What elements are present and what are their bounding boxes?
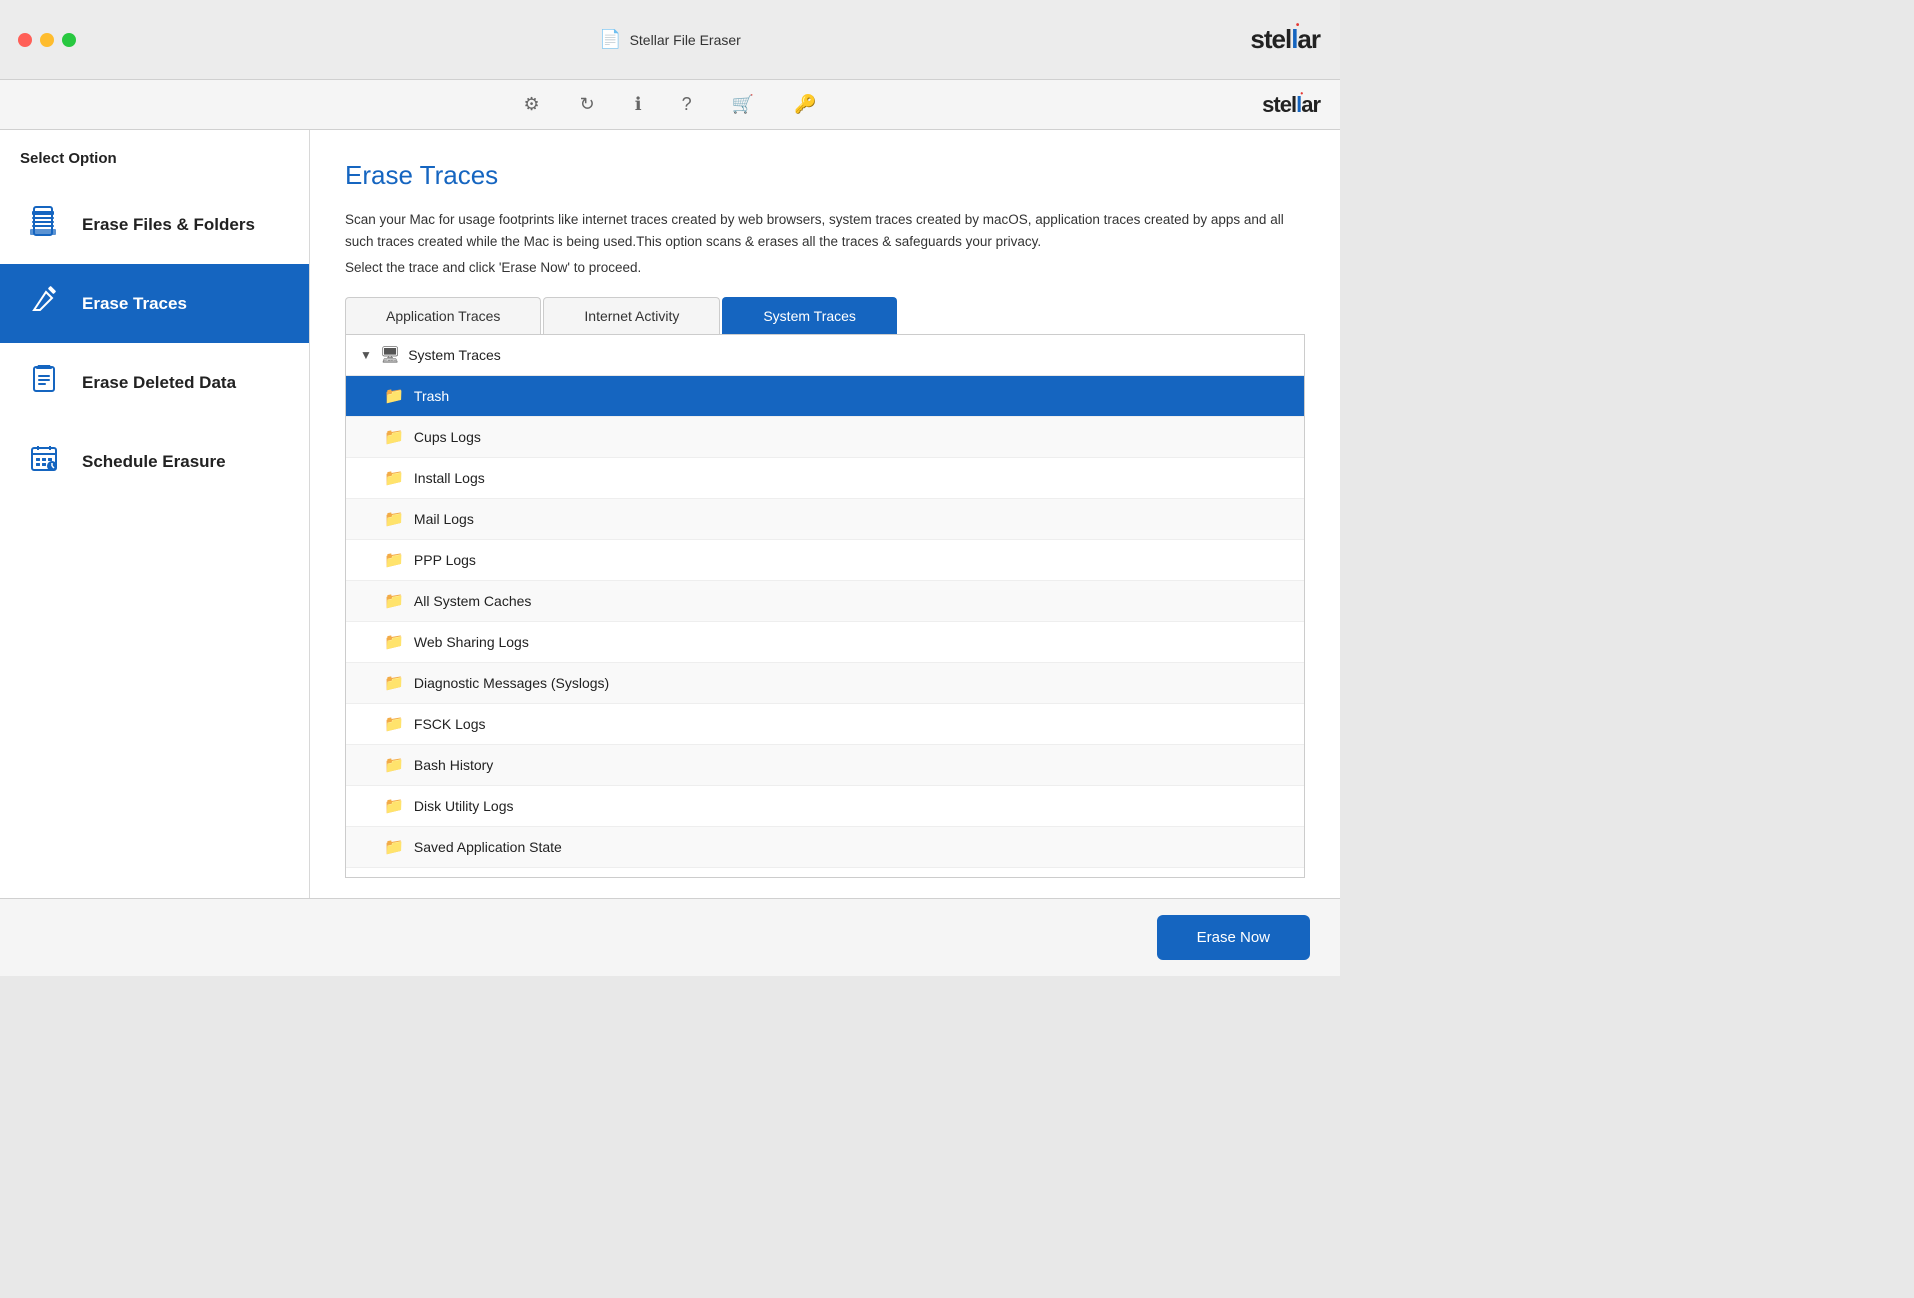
tab-application-traces[interactable]: Application Traces [345,297,541,334]
tree-item-label: Mail Logs [414,511,474,527]
tree-item-label: All System Caches [414,593,531,609]
titlebar: 📄 Stellar File Eraser stell•ar [0,0,1340,80]
tree-item-all-system-caches[interactable]: 📁 All System Caches [346,581,1304,622]
page-description: Scan your Mac for usage footprints like … [345,209,1305,252]
monitor-icon: 🖥 [380,345,400,365]
main-layout: Select Option Erase Files & Folders [0,130,1340,898]
settings-icon[interactable]: ⚙ [514,88,550,121]
window-controls [18,33,76,47]
tab-internet-activity[interactable]: Internet Activity [543,297,720,334]
tree-item-disk-utility-logs[interactable]: 📁 Disk Utility Logs [346,786,1304,827]
stellar-logo-toolbar: stell•ar [1262,92,1320,118]
page-title: Erase Traces [345,160,1305,191]
tabs-container: Application Traces Internet Activity Sys… [345,297,1305,334]
tree-root-label: System Traces [408,347,501,363]
tree-item-saved-application-state[interactable]: 📁 Saved Application State [346,827,1304,868]
tree-root-system-traces[interactable]: ▼ 🖥 System Traces [346,335,1304,376]
bottom-bar: Erase Now [0,898,1340,976]
help-icon[interactable]: ? [672,88,702,121]
minimize-button[interactable] [40,33,54,47]
tree-item-label: PPP Logs [414,552,476,568]
stellar-logo: stell•ar [1250,24,1320,55]
app-icon: 📄 [599,29,621,50]
tree-item-label: Trash [414,388,449,404]
tree-item-label: Disk Utility Logs [414,798,514,814]
schedule-icon [24,440,64,483]
tab-system-traces[interactable]: System Traces [722,297,897,334]
tree-item-fsck-logs[interactable]: 📁 FSCK Logs [346,704,1304,745]
folder-icon: 📁 [384,837,404,857]
sidebar-item-schedule[interactable]: Schedule Erasure [0,422,309,501]
chevron-icon: ▼ [360,348,372,362]
erase-deleted-icon [24,361,64,404]
sidebar-item-erase-traces[interactable]: Erase Traces [0,264,309,343]
close-button[interactable] [18,33,32,47]
app-title: 📄 Stellar File Eraser [599,29,741,50]
content-area: Erase Traces Scan your Mac for usage foo… [310,130,1340,898]
folder-icon: 📁 [384,796,404,816]
folder-icon: 📁 [384,632,404,652]
folder-icon: 📁 [384,714,404,734]
sidebar-label-erase-traces: Erase Traces [82,294,187,314]
maximize-button[interactable] [62,33,76,47]
tree-item-label: Web Sharing Logs [414,634,529,650]
tree-item-label: Diagnostic Messages (Syslogs) [414,675,609,691]
tree-item-label: Saved Application State [414,839,562,855]
sidebar: Select Option Erase Files & Folders [0,130,310,898]
folder-icon: 📁 [384,427,404,447]
erase-files-icon [24,203,64,246]
tree-item-cups-logs[interactable]: 📁 Cups Logs [346,417,1304,458]
erase-now-button[interactable]: Erase Now [1157,915,1310,960]
key-icon[interactable]: 🔑 [784,88,826,121]
tree-item-install-logs[interactable]: 📁 Install Logs [346,458,1304,499]
folder-icon: 📁 [384,386,404,406]
sidebar-label-erase-files: Erase Files & Folders [82,215,255,235]
tree-item-ppp-logs[interactable]: 📁 PPP Logs [346,540,1304,581]
tree-item-label: Install Logs [414,470,485,486]
folder-icon: 📁 [384,550,404,570]
cart-icon[interactable]: 🛒 [722,88,764,121]
tree-item-label: Bash History [414,757,493,773]
sidebar-item-erase-deleted[interactable]: Erase Deleted Data [0,343,309,422]
tree-item-mail-logs[interactable]: 📁 Mail Logs [346,499,1304,540]
tree-container: ▼ 🖥 System Traces 📁 Trash 📁 Cups Logs 📁 … [345,334,1305,878]
toolbar: ⚙ ↻ ℹ ? 🛒 🔑 stell•ar [0,80,1340,130]
folder-icon: 📁 [384,509,404,529]
tree-item-trash[interactable]: 📁 Trash [346,376,1304,417]
folder-icon: 📁 [384,591,404,611]
erase-traces-icon [24,282,64,325]
folder-icon: 📁 [384,755,404,775]
info-icon[interactable]: ℹ [625,88,652,121]
tree-item-web-sharing-logs[interactable]: 📁 Web Sharing Logs [346,622,1304,663]
sidebar-title: Select Option [0,150,309,185]
page-instruction: Select the trace and click 'Erase Now' t… [345,260,1305,275]
refresh-icon[interactable]: ↻ [570,88,605,121]
tree-item-diagnostic-messages[interactable]: 📁 Diagnostic Messages (Syslogs) [346,663,1304,704]
tree-item-label: FSCK Logs [414,716,486,732]
folder-icon: 📁 [384,673,404,693]
folder-icon: 📁 [384,468,404,488]
tree-item-bash-history[interactable]: 📁 Bash History [346,745,1304,786]
sidebar-label-erase-deleted: Erase Deleted Data [82,373,236,393]
tree-item-label: Cups Logs [414,429,481,445]
sidebar-item-erase-files[interactable]: Erase Files & Folders [0,185,309,264]
tree-item-diagnostic-reports[interactable]: 📁 Diagnostic Reports [346,868,1304,878]
sidebar-label-schedule: Schedule Erasure [82,452,226,472]
